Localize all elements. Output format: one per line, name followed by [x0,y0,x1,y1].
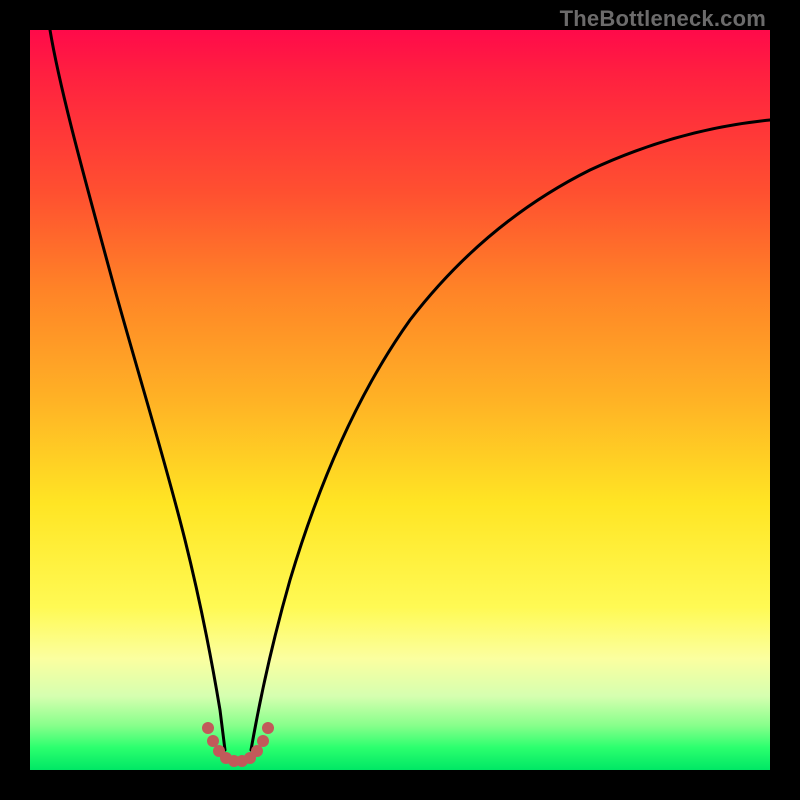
plot-area [30,30,770,770]
watermark-text: TheBottleneck.com [560,6,766,32]
chart-frame [30,30,770,770]
valley-marker [202,722,274,767]
curve-right-branch [251,120,770,750]
curve-layer [30,30,770,770]
curve-left-branch [50,30,225,750]
